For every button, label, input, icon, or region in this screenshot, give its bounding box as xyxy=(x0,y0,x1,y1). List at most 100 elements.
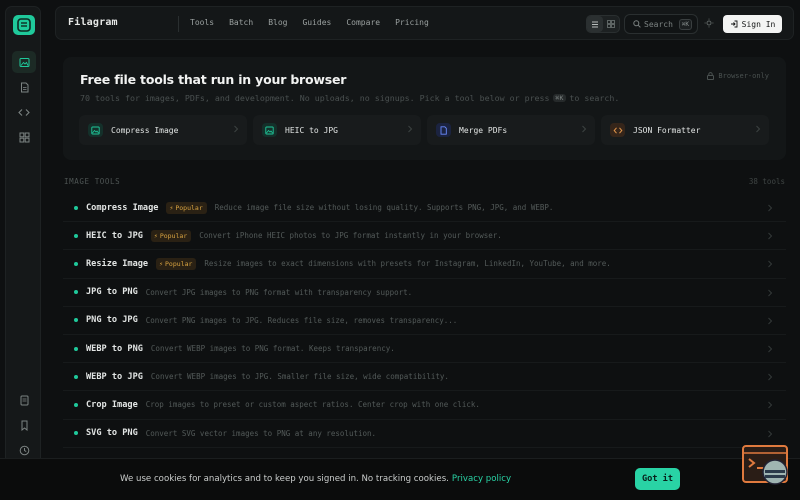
status-dot xyxy=(74,261,78,266)
quick-tool-json-formatter[interactable]: JSON Formatter xyxy=(601,115,769,145)
app-root: Filagram Tools Batch Blog Guides Compare… xyxy=(0,0,800,500)
chevron-right-icon xyxy=(768,401,773,409)
tool-name: SVG to PNG xyxy=(86,428,138,439)
top-header: Filagram Tools Batch Blog Guides Compare… xyxy=(55,6,794,40)
tool-description: Convert SVG vector images to PNG at any … xyxy=(145,428,377,438)
document-icon xyxy=(436,123,451,137)
nav-link-compare[interactable]: Compare xyxy=(346,18,380,27)
chevron-right-icon xyxy=(768,289,773,296)
sun-icon[interactable] xyxy=(704,18,714,28)
sidebar-item-library[interactable] xyxy=(12,389,36,411)
tool-name: Compress Image xyxy=(86,202,159,213)
tool-name: WEBP to PNG xyxy=(86,343,143,354)
view-toggle xyxy=(586,15,620,33)
status-dot xyxy=(74,290,78,295)
tool-description: Convert iPhone HEIC photos to JPG format… xyxy=(199,231,502,241)
nav-link-tools[interactable]: Tools xyxy=(190,18,214,27)
login-icon xyxy=(730,20,738,28)
hero-card: Free file tools that run in your browser… xyxy=(63,57,786,160)
search-shortcut: ⌘K xyxy=(678,19,692,30)
hero-subtitle-text: 70 tools for images, PDFs, and developme… xyxy=(80,93,550,103)
tool-name: JPG to PNG xyxy=(86,287,138,298)
quick-tool-label: HEIC to JPG xyxy=(285,126,338,135)
sidebar-item-pdf[interactable] xyxy=(12,76,36,98)
search-button[interactable]: Search ⌘K xyxy=(624,14,698,34)
sidebar-item-dev[interactable] xyxy=(12,101,36,123)
badge-label: Popular xyxy=(165,259,193,268)
quick-tool-heic-to-jpg[interactable]: HEIC to JPG xyxy=(253,115,421,145)
logo-icon[interactable] xyxy=(13,15,35,35)
tool-description: Resize images to exact dimensions with p… xyxy=(204,259,611,269)
popular-badge: ⚡ Popular xyxy=(156,257,197,270)
status-dot xyxy=(74,233,78,238)
list-icon xyxy=(592,21,598,27)
chevron-right-icon xyxy=(768,261,773,268)
tool-row-crop-image[interactable]: Crop Image Crop images to preset or cust… xyxy=(63,391,786,420)
assistant-mascot-icon[interactable] xyxy=(741,444,791,490)
tool-row-webp-to-jpg[interactable]: WEBP to JPG Convert WEBP images to JPG. … xyxy=(63,363,786,392)
chevron-right-icon xyxy=(768,317,773,325)
image-icon xyxy=(19,57,29,67)
sidebar-item-saved[interactable] xyxy=(12,414,36,436)
popular-badge: ⚡ Popular xyxy=(166,201,207,214)
image-icon xyxy=(262,123,277,137)
sidebar-item-all[interactable] xyxy=(12,126,36,148)
status-dot xyxy=(74,205,78,210)
grid-view-button[interactable] xyxy=(603,16,619,32)
badge-label: Popular xyxy=(175,203,203,212)
status-dot xyxy=(74,374,78,379)
sign-in-button[interactable]: Sign In xyxy=(723,15,782,33)
bookmark-icon xyxy=(21,420,27,431)
quick-tool-merge-pdfs[interactable]: Merge PDFs xyxy=(427,115,595,145)
list-view-button[interactable] xyxy=(587,16,603,32)
chevron-right-icon xyxy=(768,204,773,212)
nav-link-pricing[interactable]: Pricing xyxy=(395,18,429,27)
tool-description: Convert WEBP images to PNG format. Keeps… xyxy=(150,344,395,354)
tool-row-webp-to-png[interactable]: WEBP to PNG Convert WEBP images to PNG f… xyxy=(63,335,786,364)
brand-name[interactable]: Filagram xyxy=(68,17,118,28)
tool-name: PNG to JPG xyxy=(86,315,138,326)
chevron-right-icon xyxy=(582,125,587,133)
chevron-right-icon xyxy=(768,232,773,240)
quick-tool-label: Merge PDFs xyxy=(459,126,508,135)
tool-description: Convert WEBP images to JPG. Smaller file… xyxy=(150,372,449,382)
tool-name: Crop Image xyxy=(86,399,138,410)
tool-row-resize-image[interactable]: Resize Image ⚡ Popular Resize images to e… xyxy=(63,250,786,279)
chevron-right-icon xyxy=(756,125,761,133)
grid-icon xyxy=(607,20,615,28)
tool-description: Reduce image file size without losing qu… xyxy=(214,203,554,213)
section-count: 38 tools xyxy=(748,177,785,186)
nav-link-blog[interactable]: Blog xyxy=(268,18,287,27)
code-icon xyxy=(610,123,625,137)
chevron-right-icon xyxy=(768,373,773,381)
bolt-icon: ⚡ xyxy=(153,231,158,240)
tool-row-png-to-jpg[interactable]: PNG to JPG Convert PNG images to JPG. Re… xyxy=(63,307,786,335)
bolt-icon: ⚡ xyxy=(169,203,174,212)
nav-link-guides[interactable]: Guides xyxy=(302,18,331,27)
cookie-message: We use cookies for analytics and to keep… xyxy=(120,474,511,484)
quick-tool-label: JSON Formatter xyxy=(633,126,701,135)
quick-tool-label: Compress Image xyxy=(111,126,179,135)
status-dot xyxy=(74,402,78,407)
section-title: IMAGE TOOLS xyxy=(64,177,121,186)
sidebar-rail xyxy=(5,6,41,494)
code-icon xyxy=(18,108,30,116)
hero-subtitle-end: to search. xyxy=(569,93,620,103)
tool-name: WEBP to JPG xyxy=(86,371,143,382)
tool-row-heic-to-jpg[interactable]: HEIC to JPG ⚡ Popular Convert iPhone HEIC… xyxy=(63,222,786,251)
search-label: Search xyxy=(644,20,673,29)
tool-row-compress-image[interactable]: Compress Image ⚡ Popular Reduce image fil… xyxy=(63,194,786,223)
chevron-right-icon xyxy=(768,430,773,437)
tool-row-svg-to-png[interactable]: SVG to PNG Convert SVG vector images to … xyxy=(63,420,786,448)
tool-row-jpg-to-png[interactable]: JPG to PNG Convert JPG images to PNG for… xyxy=(63,279,786,307)
sign-in-label: Sign In xyxy=(741,19,776,29)
quick-tool-compress-image[interactable]: Compress Image xyxy=(79,115,247,145)
chevron-right-icon xyxy=(234,125,239,133)
privacy-policy-link[interactable]: Privacy policy xyxy=(452,474,511,484)
nav-link-batch[interactable]: Batch xyxy=(229,18,253,27)
header-divider xyxy=(178,16,179,32)
image-icon xyxy=(88,123,103,137)
page-title: Free file tools that run in your browser xyxy=(80,72,347,87)
sidebar-item-images[interactable] xyxy=(12,51,36,73)
accept-cookies-button[interactable]: Got it xyxy=(635,468,680,490)
